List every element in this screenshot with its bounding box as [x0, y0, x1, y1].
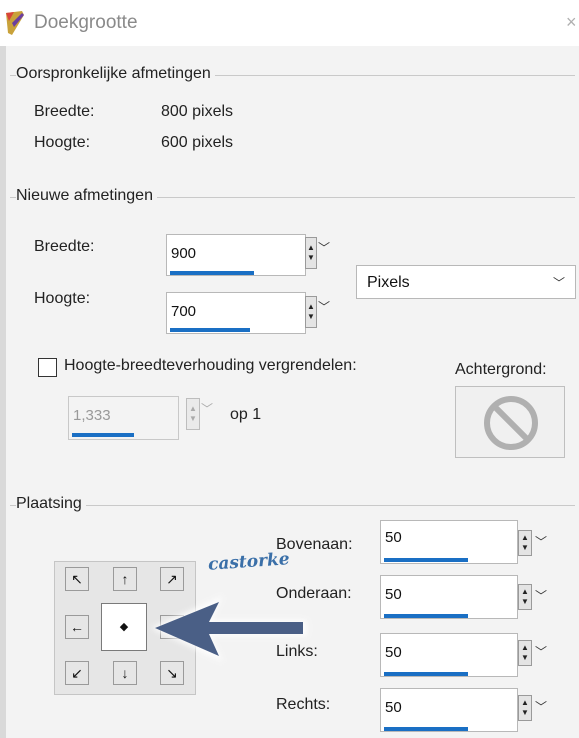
original-width-label: Breedte: [34, 103, 95, 120]
background-color-swatch[interactable] [455, 386, 565, 458]
ratio-value: 1,333 [73, 407, 111, 424]
anchor-ne-icon[interactable]: ↗ [160, 567, 184, 591]
new-height-field[interactable]: 700 [166, 292, 306, 334]
bottom-offset-field[interactable]: 50 [380, 575, 518, 619]
right-offset-slider-fill [384, 727, 468, 731]
new-width-label: Breedte: [34, 238, 95, 255]
new-width-dropdown-icon[interactable]: ﹀ [318, 239, 330, 256]
anchor-nw-icon[interactable]: ↖ [65, 567, 89, 591]
ratio-field[interactable]: 1,333 [68, 396, 179, 440]
right-offset-spinner[interactable]: ▲ ▼ [518, 695, 532, 721]
top-offset-field[interactable]: 50 [380, 520, 518, 564]
unit-select[interactable]: Pixels ﹀ [356, 265, 576, 299]
new-width-slider-fill [170, 271, 254, 275]
anchor-w-icon[interactable]: ← [65, 615, 89, 639]
background-label: Achtergrond: [455, 361, 547, 378]
left-offset-field[interactable]: 50 [380, 633, 518, 677]
new-height-spinner[interactable]: ▲ ▼ [305, 296, 317, 328]
anchor-s-icon[interactable]: ↓ [113, 661, 137, 685]
close-icon[interactable]: × [566, 12, 577, 33]
left-offset-dropdown-icon[interactable]: ﹀ [535, 643, 547, 660]
new-height-label: Hoogte: [34, 290, 91, 307]
lock-ratio-label: Hoogte-breedteverhouding vergrendelen: [64, 357, 357, 374]
anchor-n-icon[interactable]: ↑ [113, 567, 137, 591]
section-new-dimensions: Nieuwe afmetingen [16, 187, 157, 205]
bottom-offset-dropdown-icon[interactable]: ﹀ [535, 587, 547, 604]
top-offset-slider-fill [384, 558, 468, 562]
new-height-dropdown-icon[interactable]: ﹀ [318, 298, 330, 315]
ratio-spinner[interactable]: ▲ ▼ [186, 398, 200, 430]
arrow-annotation-icon [151, 596, 307, 662]
lock-ratio-checkbox[interactable] [38, 358, 57, 377]
bottom-offset-slider-fill [384, 614, 468, 618]
section-placement: Plaatsing [16, 495, 86, 513]
chevron-down-icon: ﹀ [552, 276, 565, 290]
original-height-label: Hoogte: [34, 134, 91, 151]
right-offset-field[interactable]: 50 [380, 688, 518, 732]
ratio-dropdown-icon[interactable]: ﹀ [201, 400, 213, 417]
section-original: Oorspronkelijke afmetingen [16, 65, 215, 83]
right-offset-label: Rechts: [276, 696, 331, 713]
no-color-icon [484, 396, 538, 450]
new-width-value: 900 [171, 245, 197, 262]
new-width-field[interactable]: 900 [166, 234, 306, 276]
top-offset-spinner[interactable]: ▲ ▼ [518, 530, 532, 556]
anchor-center-icon[interactable]: ◆ [101, 603, 147, 651]
new-height-value: 700 [171, 303, 197, 320]
bottom-offset-spinner[interactable]: ▲ ▼ [518, 584, 532, 610]
right-offset-value: 50 [385, 699, 402, 716]
original-width-value: 800 pixels [161, 103, 234, 120]
anchor-sw-icon[interactable]: ↙ [65, 661, 89, 685]
ratio-suffix: op 1 [230, 406, 262, 423]
unit-select-value: Pixels [367, 274, 410, 291]
app-icon [6, 11, 24, 35]
original-height-value: 600 pixels [161, 134, 234, 151]
separator-placement [10, 505, 575, 506]
right-offset-dropdown-icon[interactable]: ﹀ [535, 698, 547, 715]
bottom-offset-value: 50 [385, 586, 402, 603]
window-title: Doekgrootte [34, 12, 138, 33]
top-offset-value: 50 [385, 529, 402, 546]
new-width-spinner[interactable]: ▲ ▼ [305, 237, 317, 269]
left-offset-spinner[interactable]: ▲ ▼ [518, 640, 532, 666]
top-offset-label: Bovenaan: [276, 536, 353, 553]
new-height-slider-fill [170, 328, 250, 332]
left-offset-slider-fill [384, 672, 468, 676]
top-offset-dropdown-icon[interactable]: ﹀ [535, 533, 547, 550]
ratio-slider-fill [72, 433, 134, 437]
left-offset-value: 50 [385, 644, 402, 661]
